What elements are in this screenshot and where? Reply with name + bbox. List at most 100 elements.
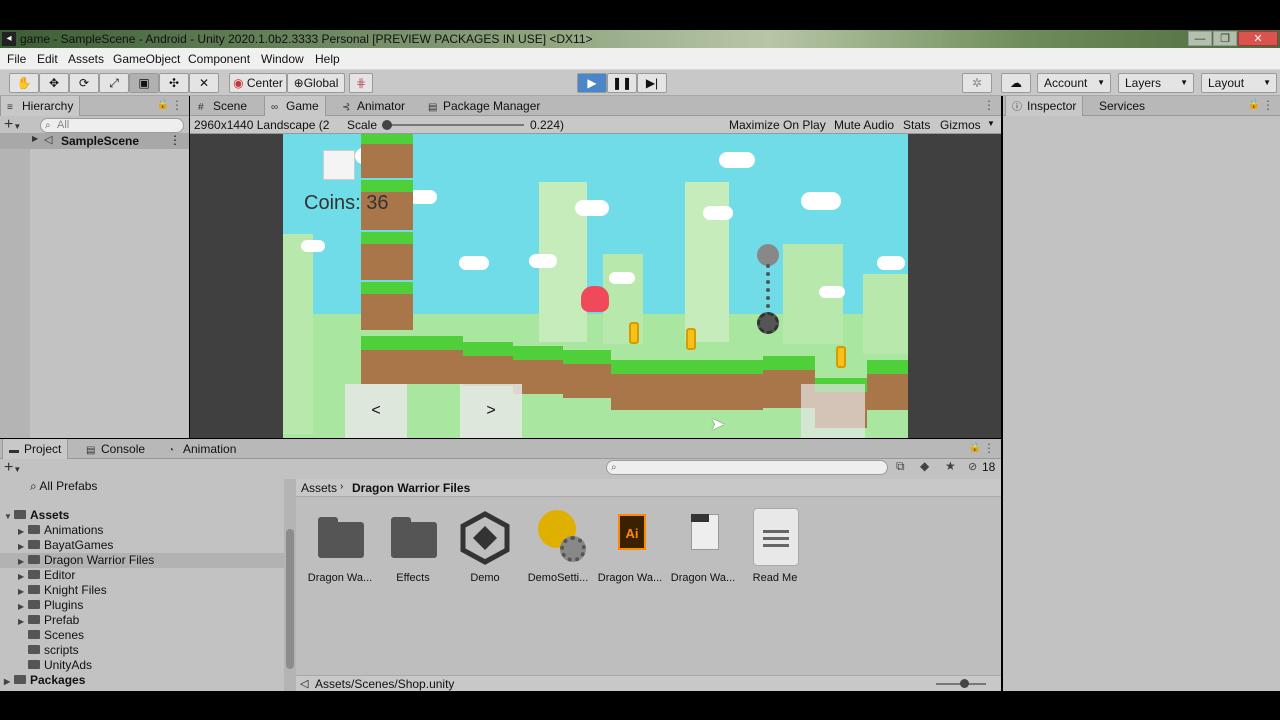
game-canvas[interactable]: Coins: 36 < > — [283, 134, 908, 438]
pause-ui-button[interactable] — [323, 150, 355, 180]
scale-slider-track[interactable] — [386, 124, 524, 126]
tab-package-manager[interactable]: ▤ Package Manager — [422, 96, 546, 116]
tab-hierarchy[interactable]: ≡ Hierarchy — [0, 96, 81, 116]
move-left-button[interactable]: < — [345, 384, 407, 438]
mute-audio-toggle[interactable]: Mute Audio — [834, 118, 894, 132]
pivot-global-button[interactable]: ⊕Global — [287, 73, 345, 93]
menu-gameobject[interactable]: GameObject — [113, 52, 180, 66]
tab-project[interactable]: ▬ Project — [2, 439, 69, 459]
asset-item[interactable]: Effects — [377, 510, 449, 584]
tab-services[interactable]: Services — [1093, 96, 1151, 116]
add-icon[interactable]: +▼ — [4, 116, 21, 134]
kebab-menu-icon[interactable]: ⋮ — [171, 98, 183, 112]
kebab-menu-icon[interactable]: ⋮ — [983, 441, 995, 455]
collab-icon[interactable]: ✲ — [962, 73, 992, 93]
close-button[interactable]: ✕ — [1238, 31, 1278, 46]
tree-folder[interactable]: ▶ Animations — [18, 523, 103, 538]
tab-game[interactable]: ∞ Game — [264, 96, 326, 116]
asset-item[interactable]: Dragon Wa... — [304, 510, 376, 584]
tree-folder-selected[interactable]: ▶ Dragon Warrior Files — [0, 553, 284, 568]
folder-icon — [312, 510, 368, 566]
icon-size-slider-handle[interactable] — [960, 679, 969, 688]
tree-packages-root[interactable]: ▶ Packages — [4, 673, 85, 688]
tree-assets-root[interactable]: ▼ Assets — [4, 508, 69, 523]
layers-dropdown[interactable]: Layers ▼ — [1118, 73, 1194, 93]
favorite-star-icon[interactable]: ★ — [945, 459, 956, 473]
hierarchy-search-input[interactable]: ⌕ All — [40, 118, 184, 133]
breadcrumb-root[interactable]: Assets — [301, 481, 337, 495]
breadcrumb-current[interactable]: Dragon Warrior Files — [352, 481, 470, 495]
menu-file[interactable]: File — [7, 52, 26, 66]
scale-tool-icon[interactable]: ⤢ — [99, 73, 129, 93]
scene-menu-icon[interactable]: ⋮ — [169, 133, 181, 147]
move-right-button[interactable]: > — [460, 384, 522, 438]
snap-icon[interactable]: ⋕ — [349, 73, 373, 93]
hidden-packages-icon[interactable]: ⊘ — [968, 460, 977, 473]
tab-animator[interactable]: ⊰ Animator — [336, 96, 411, 116]
tree-folder[interactable]: scripts — [18, 643, 79, 658]
jump-button[interactable] — [801, 384, 865, 438]
tab-console[interactable]: ▤ Console — [80, 439, 151, 459]
asset-item[interactable]: Ai Dragon Wa... — [594, 510, 666, 584]
menu-bar: File Edit Assets GameObject Component Wi… — [0, 48, 1280, 70]
tree-scrollbar-thumb[interactable] — [286, 529, 294, 669]
stats-toggle[interactable]: Stats — [903, 118, 930, 132]
maximize-button[interactable]: ❐ — [1213, 31, 1237, 46]
hand-tool-icon[interactable]: ✋ — [9, 73, 39, 93]
expand-arrow-icon[interactable]: ▶ — [32, 134, 38, 143]
cloud-icon[interactable]: ☁ — [1001, 73, 1031, 93]
favorite-all-prefabs[interactable]: ⌕ All Prefabs — [30, 479, 97, 494]
rotate-tool-icon[interactable]: ⟳ — [69, 73, 99, 93]
tree-folder[interactable]: Scenes — [18, 628, 84, 643]
kebab-menu-icon[interactable]: ⋮ — [983, 98, 995, 112]
menu-window[interactable]: Window — [261, 52, 304, 66]
rect-tool-icon[interactable]: ▣ — [129, 73, 159, 93]
menu-assets[interactable]: Assets — [68, 52, 104, 66]
transform-tool-icon[interactable]: ✣ — [159, 73, 189, 93]
tab-scene[interactable]: # Scene — [192, 96, 253, 116]
asset-item[interactable]: DemoSetti... — [522, 510, 594, 584]
project-search-input[interactable]: ⌕ — [606, 460, 888, 475]
move-tool-icon[interactable]: ✥ — [39, 73, 69, 93]
step-button[interactable]: ▶| — [637, 73, 667, 93]
tree-folder[interactable]: UnityAds — [18, 658, 92, 673]
tree-folder[interactable]: ▶ BayatGames — [18, 538, 113, 553]
tree-folder[interactable]: ▶ Plugins — [18, 598, 83, 613]
game-viewport[interactable]: Coins: 36 < > ➤ — [190, 134, 1001, 438]
tab-inspector[interactable]: ⓘ Inspector — [1005, 96, 1084, 116]
kebab-menu-icon[interactable]: ⋮ — [1262, 98, 1274, 112]
tree-folder[interactable]: ▶ Prefab — [18, 613, 79, 628]
minimize-button[interactable]: — — [1188, 31, 1212, 46]
lock-icon[interactable]: 🔒 — [157, 99, 169, 110]
tab-animation[interactable]: ◔ Animation — [162, 439, 242, 459]
tree-folder[interactable]: ▶ Knight Files — [18, 583, 107, 598]
filter-label-icon[interactable]: ◆ — [920, 459, 929, 473]
asset-item[interactable]: Read Me — [739, 508, 811, 584]
account-dropdown[interactable]: Account ▼ — [1037, 73, 1111, 93]
asset-item[interactable]: Dragon Wa... — [667, 510, 739, 584]
resolution-dropdown[interactable]: 2960x1440 Landscape (2 — [194, 118, 329, 132]
create-asset-icon[interactable]: +▼ — [4, 459, 21, 477]
menu-help[interactable]: Help — [315, 52, 340, 66]
custom-tool-icon[interactable]: ✕ — [189, 73, 219, 93]
globe-icon: ⊕ — [293, 76, 304, 90]
layout-dropdown[interactable]: Layout ▼ — [1201, 73, 1277, 93]
lock-icon[interactable]: 🔒 — [969, 442, 981, 453]
maximize-on-play-toggle[interactable]: Maximize On Play — [729, 118, 826, 132]
menu-component[interactable]: Component — [188, 52, 250, 66]
asset-label: Dragon Wa... — [670, 572, 736, 584]
dropdown-arrow-icon[interactable]: ▼ — [987, 119, 995, 128]
scene-row[interactable]: ▶ ◁ SampleScene ⋮ — [0, 133, 189, 149]
tree-folder[interactable]: ▶ Editor — [18, 568, 75, 583]
scale-slider-handle[interactable] — [382, 120, 392, 130]
pause-button[interactable]: ❚❚ — [607, 73, 637, 93]
pivot-center-button[interactable]: ◉ Center — [229, 73, 287, 93]
filter-type-icon[interactable]: ⧉ — [896, 459, 905, 474]
lock-icon[interactable]: 🔒 — [1248, 99, 1260, 110]
play-button[interactable]: ▶ — [577, 73, 607, 93]
asset-item[interactable]: Demo — [449, 510, 521, 584]
tree-scrollbar[interactable] — [284, 479, 296, 691]
tree-label: Packages — [30, 673, 86, 687]
gizmos-toggle[interactable]: Gizmos — [940, 118, 981, 132]
menu-edit[interactable]: Edit — [37, 52, 58, 66]
